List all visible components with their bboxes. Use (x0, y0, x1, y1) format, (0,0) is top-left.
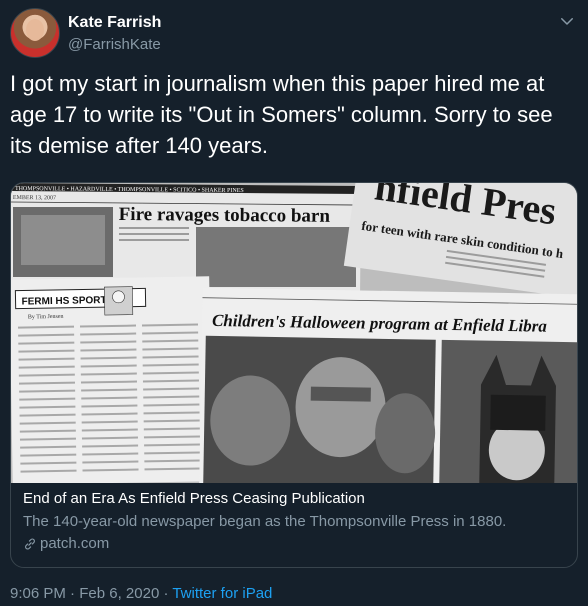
tweet-date[interactable]: Feb 6, 2020 (79, 585, 159, 602)
tweet-text: I got my start in journalism when this p… (10, 71, 553, 158)
card-image[interactable]: THOMPSONVILLE • HAZARDVILLE • THOMPSONVI… (11, 183, 577, 483)
card-meta: End of an Era As Enfield Press Ceasing P… (23, 489, 565, 554)
card-description: The 140-year-old newspaper began as the … (23, 513, 507, 530)
byline-text: By Tim Jensen (28, 314, 64, 321)
avatar-face (26, 19, 44, 41)
tweet-header: Kate Farrish @FarrishKate (10, 8, 578, 58)
card-title[interactable]: End of an Era As Enfield Press Ceasing P… (23, 489, 565, 509)
headline-fire-text: Fire ravages tobacco barn (119, 204, 331, 227)
author-avatar[interactable] (10, 8, 60, 58)
card-domain-row[interactable]: patch.com (23, 534, 565, 554)
author-handle[interactable]: @FarrishKate (68, 36, 161, 53)
link-card[interactable]: THOMPSONVILLE • HAZARDVILLE • THOMPSONVI… (10, 182, 578, 568)
tweet-source-link[interactable]: Twitter for iPad (172, 585, 272, 602)
tweet-time[interactable]: 9:06 PM (10, 585, 66, 602)
card-domain: patch.com (40, 535, 110, 552)
sports-head-text: FERMI HS SPORTS (21, 295, 113, 308)
link-icon (25, 538, 35, 550)
author-name[interactable]: Kate Farrish (68, 14, 161, 32)
date-line-text: EMBER 13, 2007 (13, 195, 56, 201)
footer-separator: · (159, 585, 173, 602)
chevron-down-icon[interactable] (558, 12, 576, 30)
tweet-footer: 9:06 PM · Feb 6, 2020 · Twitter for iPad (10, 585, 272, 602)
footer-separator: · (65, 585, 80, 602)
